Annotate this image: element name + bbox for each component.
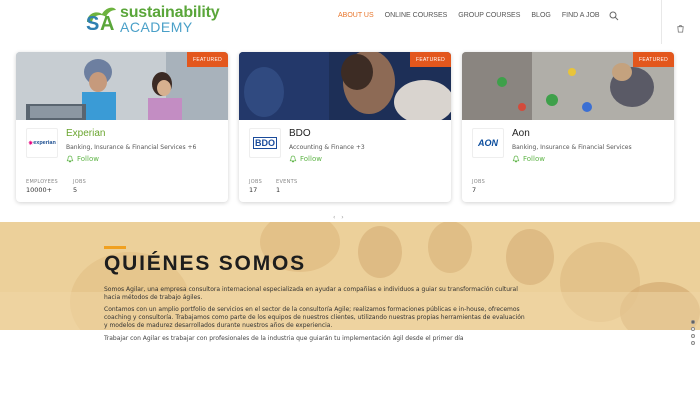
stat-value: 17 (249, 186, 258, 194)
nav-about-us[interactable]: ABOUT US (338, 12, 374, 24)
about-closing-text: Trabajar con Agilar es trabajar con prof… (104, 335, 464, 342)
nav-group-courses[interactable]: GROUP COURSES (458, 12, 520, 24)
company-logo-text: AON (478, 138, 498, 148)
company-category: Banking, Insurance & Financial Services (512, 144, 632, 151)
stat-value: 7 (472, 186, 477, 194)
header-divider (661, 0, 662, 44)
about-paragraph-line: coaching y consultoría. Trabajamos como … (104, 314, 525, 321)
stat-value: 5 (73, 186, 78, 194)
bell-icon (289, 155, 297, 163)
company-logo-bdo[interactable]: BDO (249, 128, 281, 158)
about-section: QUIÉNES SOMOS Somos Agilar, una empresa … (0, 222, 700, 330)
search-icon[interactable] (609, 11, 619, 21)
stat-jobs: JOBS 7 (472, 179, 485, 194)
svg-text:A: A (100, 13, 114, 34)
logo-text-secondary: ACADEMY (120, 19, 193, 35)
company-name[interactable]: Aon (512, 128, 530, 139)
follow-button[interactable]: Follow (512, 155, 545, 163)
employer-card-bdo[interactable]: FEATURED BDO BDO Accounting & Finance +3… (239, 52, 451, 202)
stat-label: EVENTS (276, 179, 298, 185)
section-title: QUIÉNES SOMOS (104, 252, 306, 275)
follow-button[interactable]: Follow (66, 155, 99, 163)
company-logo-text: experian (33, 140, 56, 146)
stat-events: EVENTS 1 (276, 179, 298, 194)
company-logo-aon[interactable]: AON (472, 128, 504, 158)
about-paragraph-line: y modelos de madurez desarrollados duran… (104, 322, 333, 329)
stat-jobs: JOBS 5 (73, 179, 86, 194)
company-logo-text: BDO (253, 137, 277, 149)
stat-value: 1 (276, 186, 281, 194)
stat-label: JOBS (73, 179, 87, 185)
site-header: S A sustainability ACADEMY ABOUT US ONLI… (0, 0, 700, 44)
about-paragraph-line: hacia métodos de trabajo ágiles. (104, 294, 203, 301)
title-accent-bar (104, 246, 126, 249)
nav-find-a-job[interactable]: FIND A JOB (562, 12, 600, 24)
company-logo-experian[interactable]: ✷ experian (26, 128, 58, 158)
slider-dot[interactable] (691, 327, 695, 331)
company-category: Accounting & Finance +3 (289, 144, 365, 151)
follow-label: Follow (300, 155, 322, 163)
main-nav: ABOUT US ONLINE COURSES GROUP COURSES BL… (338, 12, 611, 24)
stat-label: EMPLOYEES (26, 179, 59, 185)
about-paragraph-line: Somos Agilar, una empresa consultora int… (104, 286, 518, 293)
stat-employees: EMPLOYEES 10000+ (26, 179, 58, 194)
bell-icon (66, 155, 74, 163)
nav-blog[interactable]: BLOG (531, 12, 550, 24)
follow-label: Follow (77, 155, 99, 163)
featured-badge: FEATURED (410, 52, 451, 67)
company-category: Banking, Insurance & Financial Services … (66, 144, 197, 151)
site-logo[interactable]: S A sustainability ACADEMY (84, 2, 224, 35)
slider-dot[interactable] (691, 334, 695, 338)
follow-label: Follow (523, 155, 545, 163)
featured-badge: FEATURED (633, 52, 674, 67)
company-name[interactable]: Experian (66, 128, 105, 139)
cart-icon[interactable] (676, 24, 685, 33)
logo-mark-icon: S A (86, 7, 116, 34)
stat-value: 10000+ (26, 186, 53, 194)
stat-label: JOBS (249, 179, 263, 185)
employer-card-experian[interactable]: FEATURED ✷ experian Experian Banking, Ins… (16, 52, 228, 202)
bell-icon (512, 155, 520, 163)
follow-button[interactable]: Follow (289, 155, 322, 163)
carousel-arrows[interactable]: ‹ › (333, 214, 346, 221)
page: S A sustainability ACADEMY ABOUT US ONLI… (0, 0, 700, 400)
featured-badge: FEATURED (187, 52, 228, 67)
svg-text:S: S (86, 13, 99, 34)
stat-label: JOBS (472, 179, 486, 185)
about-paragraph-line: Contamos con un amplio portfolio de serv… (104, 306, 520, 313)
employer-card-aon[interactable]: FEATURED AON Aon Banking, Insurance & Fi… (462, 52, 674, 202)
nav-online-courses[interactable]: ONLINE COURSES (385, 12, 448, 24)
slider-dot[interactable] (691, 341, 695, 345)
company-name[interactable]: BDO (289, 128, 311, 139)
stat-jobs: JOBS 17 (249, 179, 262, 194)
slider-dot[interactable] (691, 320, 695, 324)
